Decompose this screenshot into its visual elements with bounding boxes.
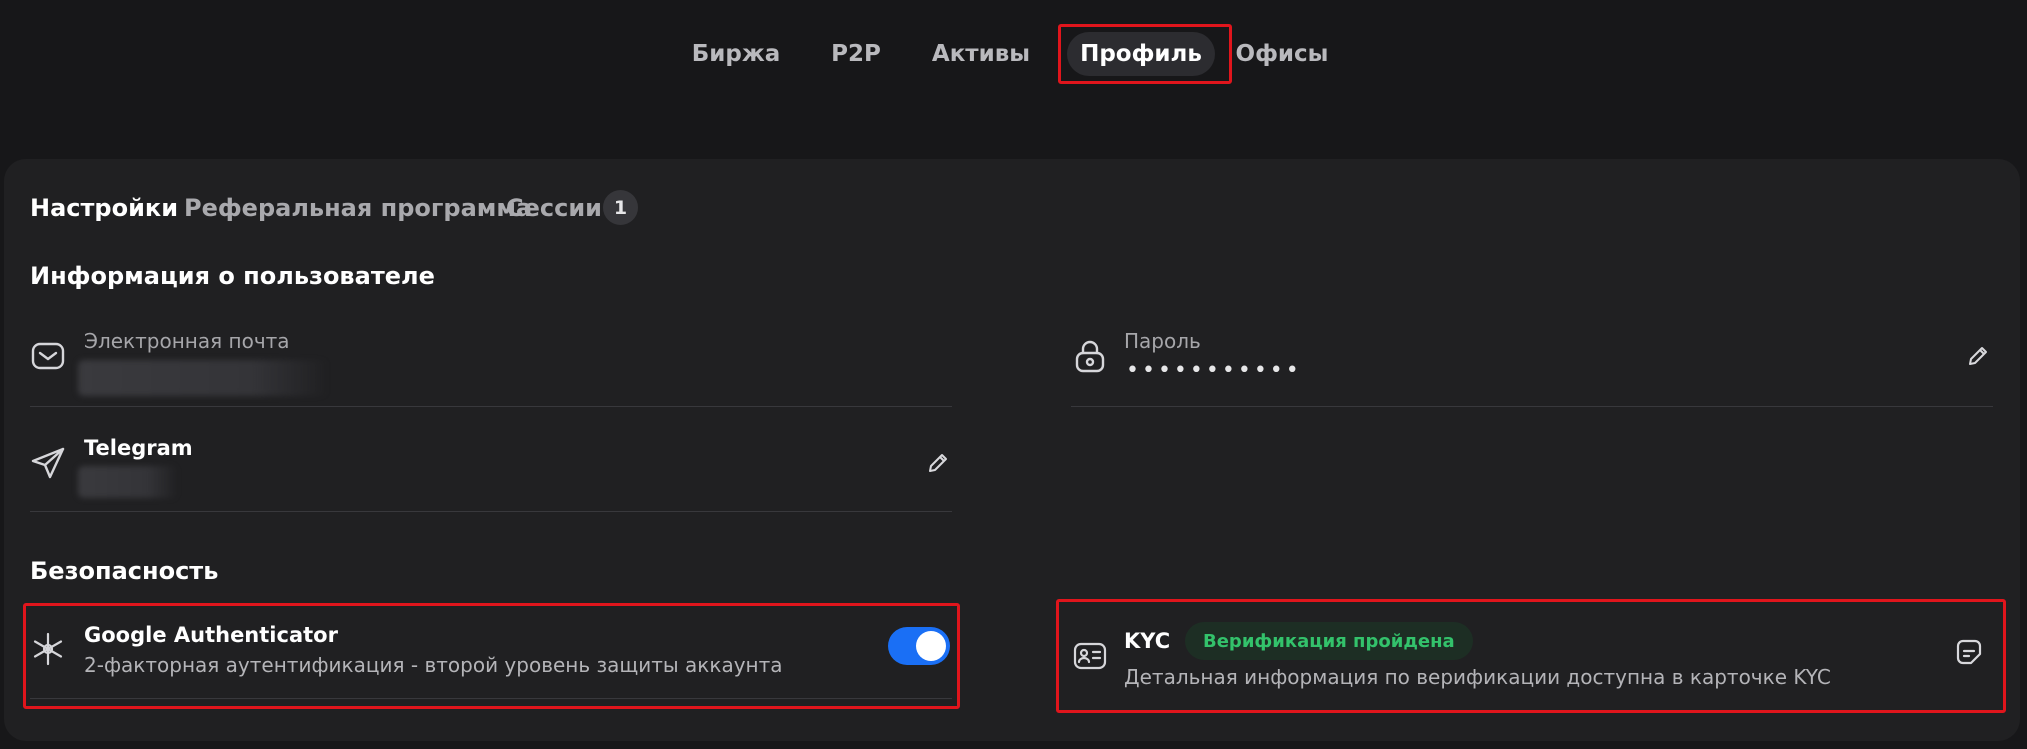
authenticator-icon	[30, 631, 66, 667]
google-auth-divider	[30, 698, 952, 699]
nav-item-p2p[interactable]: P2P	[826, 32, 886, 76]
tab-label: Реферальная программа	[184, 194, 533, 222]
id-card-icon	[1072, 638, 1108, 674]
tab-settings[interactable]: Настройки	[30, 188, 178, 228]
nav-item-assets[interactable]: Активы	[930, 32, 1032, 76]
mail-icon	[30, 338, 66, 374]
password-value: •••••••••••	[1126, 358, 1302, 383]
kyc-description: Детальная информация по верификации дост…	[1124, 665, 1831, 689]
telegram-divider	[30, 511, 952, 512]
tab-referral[interactable]: Реферальная программа	[184, 188, 532, 228]
password-divider	[1071, 406, 1993, 407]
sessions-count-badge: 1	[603, 190, 638, 225]
tab-sessions[interactable]: Сессии	[506, 188, 602, 228]
edit-telegram-icon[interactable]	[927, 452, 949, 474]
email-label: Электронная почта	[84, 329, 290, 353]
google-auth-toggle[interactable]	[888, 627, 950, 665]
kyc-title: KYC	[1124, 629, 1171, 653]
telegram-label: Telegram	[84, 436, 193, 460]
top-navigation: Биржа P2P Активы Профиль Офисы	[0, 0, 2027, 110]
email-divider	[30, 406, 952, 407]
telegram-value-redacted	[78, 466, 178, 498]
toggle-knob	[916, 631, 946, 661]
telegram-icon	[30, 445, 66, 481]
nav-item-label: Активы	[931, 41, 1031, 67]
nav-item-label: P2P	[831, 41, 881, 67]
tab-label: Настройки	[30, 194, 179, 222]
nav-item-profile[interactable]: Профиль	[1067, 32, 1215, 76]
tab-label: Сессии	[506, 194, 602, 222]
nav-item-label: Биржа	[691, 41, 781, 67]
email-value-redacted	[78, 360, 328, 396]
nav-item-exchange[interactable]: Биржа	[690, 32, 782, 76]
lock-icon	[1072, 338, 1108, 374]
nav-item-label: Профиль	[1080, 41, 1202, 67]
kyc-card-icon[interactable]	[1955, 638, 1983, 666]
security-title: Безопасность	[30, 557, 219, 585]
nav-item-label: Офисы	[1235, 41, 1329, 67]
edit-password-icon[interactable]	[1967, 345, 1989, 367]
google-auth-title: Google Authenticator	[84, 623, 338, 647]
google-auth-description: 2-факторная аутентификация - второй уров…	[84, 653, 783, 677]
password-label: Пароль	[1124, 329, 1201, 353]
kyc-status-badge: Верификация пройдена	[1185, 622, 1473, 660]
user-info-title: Информация о пользователе	[30, 262, 435, 290]
nav-item-offices[interactable]: Офисы	[1235, 32, 1329, 76]
